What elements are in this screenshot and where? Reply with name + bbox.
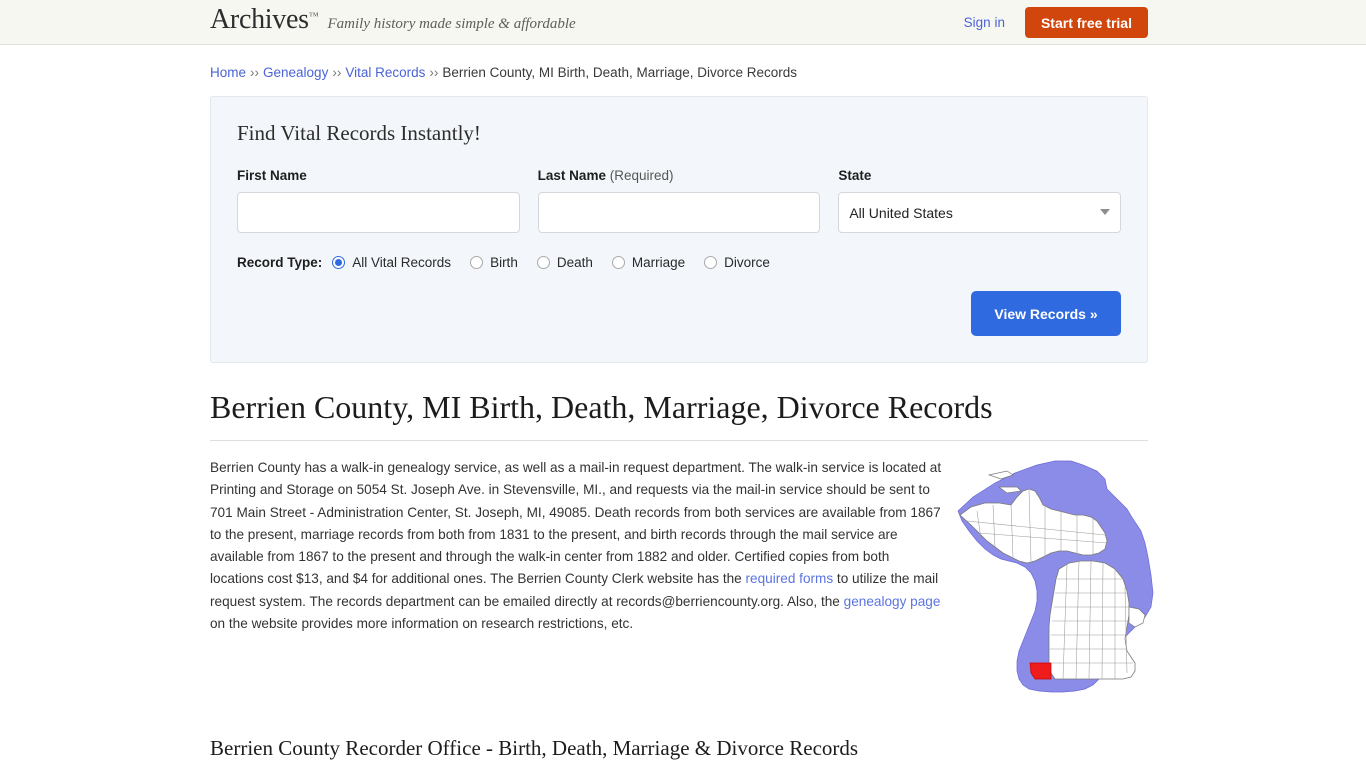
state-field-group: State All United States (838, 168, 1122, 233)
brand-tagline: Family history made simple & affordable (327, 16, 576, 32)
radio-indicator[interactable] (470, 256, 484, 269)
sign-in-link[interactable]: Sign in (964, 15, 1005, 30)
radio-birth[interactable]: Birth (470, 255, 518, 270)
genealogy-page-link[interactable]: genealogy page (844, 594, 941, 609)
trademark-symbol: ™ (308, 11, 319, 22)
last-name-label: Last Name (Required) (538, 168, 821, 183)
state-select-wrapper: All United States (838, 192, 1122, 233)
paragraph-part-1: Berrien County has a walk-in genealogy s… (210, 460, 942, 587)
recorder-office-heading: Berrien County Recorder Office - Birth, … (210, 736, 859, 760)
berrien-county-highlight (1029, 662, 1052, 680)
brand-name: Archives (210, 4, 309, 35)
breadcrumb-separator: ›› (429, 65, 439, 80)
record-type-row: Record Type: All Vital Records Birth Dea… (237, 255, 1121, 270)
start-free-trial-button[interactable]: Start free trial (1024, 7, 1148, 38)
michigan-county-map (955, 457, 1160, 702)
radio-marriage[interactable]: Marriage (611, 255, 686, 270)
last-name-input[interactable] (537, 192, 821, 233)
radio-label: Divorce (724, 255, 770, 270)
state-label: State (838, 168, 872, 183)
radio-label: Marriage (631, 255, 686, 270)
breadcrumb: Home ›› Genealogy ›› Vital Records ›› Berrien … (210, 45, 1148, 94)
record-type-label: Record Type: (237, 255, 323, 270)
radio-label: Death (556, 255, 593, 270)
search-fields-row: First Name Last Name (Required) State Al… (237, 168, 1122, 233)
header-actions: Sign in Start free trial (964, 0, 1148, 45)
radio-label: All Vital Records (352, 255, 452, 270)
page-title: Berrien County, MI Birth, Death, Marriag… (210, 389, 1148, 441)
breadcrumb-item-current: Berrien County, MI Birth, Death, Marriag… (442, 65, 798, 80)
content-row: Berrien County has a walk-in genealogy s… (210, 457, 1154, 702)
radio-death[interactable]: Death (536, 255, 593, 270)
last-name-required-note: (Required) (609, 168, 674, 183)
site-header: Archives ™ Family history made simple & a… (0, 0, 1366, 45)
breadcrumb-item-home[interactable]: Home (210, 65, 246, 80)
county-description-paragraph: Berrien County has a walk-in genealogy s… (210, 457, 945, 635)
radio-indicator[interactable] (332, 256, 346, 269)
search-panel-title: Find Vital Records Instantly! (237, 121, 481, 145)
radio-label: Birth (490, 255, 518, 270)
first-name-label: First Name (237, 168, 307, 183)
radio-indicator[interactable] (611, 256, 625, 269)
radio-indicator[interactable] (704, 256, 718, 269)
map-lower-peninsula (1048, 560, 1136, 680)
paragraph-part-3: on the website provides more information… (210, 616, 634, 632)
last-name-field-group: Last Name (Required) (537, 168, 821, 233)
radio-all-vital-records[interactable]: All Vital Records (332, 255, 451, 270)
search-submit-row: View Records » (237, 291, 1121, 336)
vital-records-search-panel: Find Vital Records Instantly! First Name… (210, 96, 1148, 363)
breadcrumb-item-vital-records[interactable]: Vital Records (345, 65, 425, 80)
brand-logo[interactable]: Archives ™ Family history made simple & a… (210, 6, 576, 34)
required-forms-link[interactable]: required forms (746, 571, 834, 586)
radio-divorce[interactable]: Divorce (704, 255, 770, 270)
breadcrumb-separator: ›› (332, 65, 342, 80)
view-records-button[interactable]: View Records » (971, 291, 1121, 336)
state-select[interactable]: All United States (838, 192, 1122, 233)
breadcrumb-separator: ›› (250, 65, 260, 80)
radio-indicator[interactable] (536, 256, 550, 269)
breadcrumb-item-genealogy[interactable]: Genealogy (263, 65, 328, 80)
first-name-input[interactable] (237, 192, 520, 233)
last-name-label-text: Last Name (537, 168, 606, 183)
first-name-field-group: First Name (237, 168, 520, 233)
michigan-map-svg (957, 460, 1154, 693)
